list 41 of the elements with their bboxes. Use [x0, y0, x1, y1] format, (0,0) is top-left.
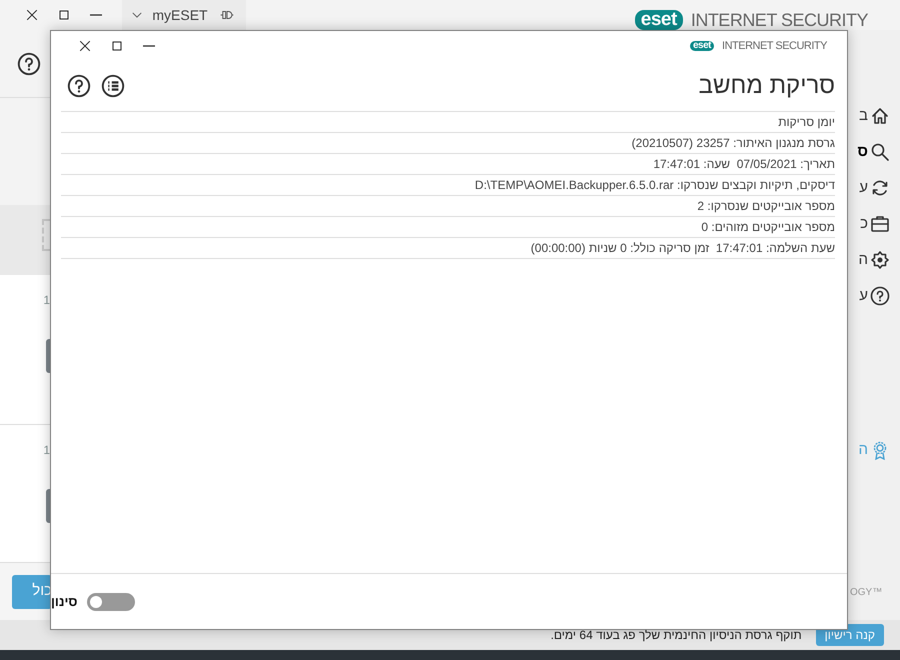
- help-icon: [67, 74, 91, 98]
- list-icon: [101, 74, 125, 98]
- settings-icon: [870, 250, 890, 270]
- sidebar-item[interactable]: ב: [848, 98, 900, 134]
- help-button[interactable]: [66, 73, 92, 99]
- sidebar-item[interactable]: ע: [848, 170, 900, 206]
- myeset-tab[interactable]: myESET: [122, 0, 246, 30]
- row-text: 1: [43, 292, 51, 309]
- refresh-icon: [870, 178, 890, 198]
- briefcase-icon: [870, 214, 890, 234]
- product-name: INTERNET SECURITY: [690, 8, 868, 32]
- home-icon: [870, 106, 890, 126]
- trial-message: תוקף גרסת הניסיון החינמית שלך פג בעוד 64 ימים.: [550, 627, 802, 644]
- help-icon: [17, 52, 41, 76]
- filter-toggle[interactable]: [87, 592, 136, 610]
- row-text: 1: [43, 442, 51, 459]
- search-icon: [870, 142, 890, 162]
- log-line: תאריך: 07/05/2021 שעה: 17:47:01: [61, 154, 835, 175]
- dialog-title: סריקת מחשב: [698, 71, 835, 101]
- log-line: מספר אובייקטים שנסרקו: 2: [61, 196, 835, 217]
- sidebar-item[interactable]: ה: [848, 242, 900, 278]
- log-line: מספר אובייקטים מזוהים: 0: [61, 217, 835, 238]
- log-line: יומן סריקות: [61, 112, 835, 133]
- log-line: גרסת מנגנון האיתור: 23257 (20210507): [61, 133, 835, 154]
- help-icon: [870, 286, 890, 306]
- filter-label: סינון: [51, 592, 78, 611]
- footer-text: OGY™: [850, 586, 882, 600]
- sidebar-item[interactable]: ס: [848, 134, 900, 170]
- log-line: שעת השלמה: 17:47:01 זמן סריקה כולל: 0 שניות (00:00:00): [61, 238, 835, 259]
- logo-mark: eset: [690, 40, 714, 52]
- minimize-icon: [143, 45, 155, 47]
- close-icon: [24, 7, 40, 23]
- minimize-icon: [90, 14, 102, 16]
- view-button[interactable]: [100, 73, 126, 99]
- logo-mark: eset: [634, 10, 683, 30]
- sidebar-item[interactable]: ע: [848, 278, 900, 314]
- close-icon: [77, 38, 93, 54]
- help-button[interactable]: [16, 50, 42, 76]
- log-line: דיסקים, תיקיות וקבצים שנסרקו: D:\TEMP\AOMEI.Backupper.6.5.0.rar: [61, 175, 835, 196]
- sidebar-item[interactable]: כ: [848, 206, 900, 242]
- product-name: INTERNET SECURITY: [722, 38, 827, 54]
